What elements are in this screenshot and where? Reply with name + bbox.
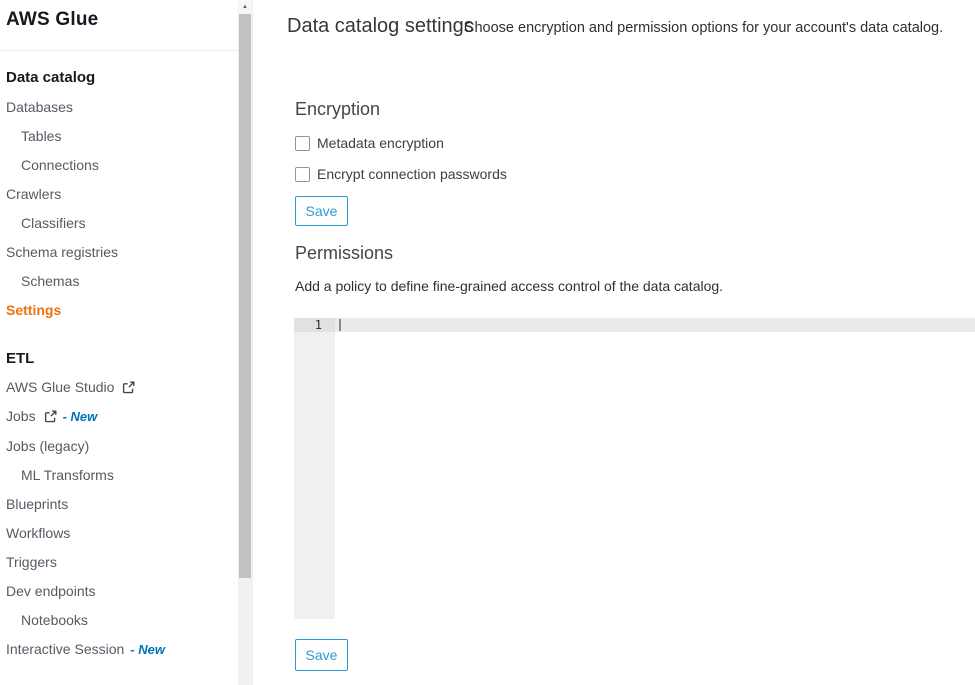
sidebar-item-schemas[interactable]: Schemas — [21, 272, 79, 290]
page-subtitle: Choose encryption and permission options… — [464, 20, 943, 36]
encrypt-passwords-label[interactable]: Encrypt connection passwords — [317, 166, 507, 182]
policy-editor[interactable]: 1 — [294, 318, 975, 619]
sidebar-item-label: Jobs — [6, 408, 36, 424]
sidebar-item-blueprints[interactable]: Blueprints — [6, 495, 68, 513]
scroll-up-arrow-icon[interactable]: ▲ — [238, 0, 252, 14]
sidebar-item-dev-endpoints[interactable]: Dev endpoints — [6, 582, 96, 600]
sidebar-item-settings[interactable]: Settings — [6, 301, 61, 319]
editor-line-number: 1 — [294, 318, 335, 332]
metadata-encryption-checkbox[interactable] — [295, 136, 310, 151]
editor-cursor — [339, 319, 341, 331]
editor-active-line — [335, 318, 975, 332]
sidebar-item-connections[interactable]: Connections — [21, 156, 99, 174]
sidebar-item-schema-registries[interactable]: Schema registries — [6, 243, 118, 261]
sidebar-item-label: Interactive Session — [6, 641, 124, 657]
editor-gutter: 1 — [294, 318, 335, 619]
sidebar-item-databases[interactable]: Databases — [6, 98, 73, 116]
sidebar-item-glue-studio[interactable]: AWS Glue Studio — [6, 378, 135, 396]
encryption-heading: Encryption — [295, 99, 380, 120]
permissions-heading: Permissions — [295, 243, 393, 264]
external-link-icon — [122, 381, 135, 394]
encrypt-passwords-checkbox[interactable] — [295, 167, 310, 182]
permissions-description: Add a policy to define fine-grained acce… — [295, 278, 723, 294]
sidebar-header-etl: ETL — [6, 349, 34, 367]
new-badge: - New — [63, 409, 98, 424]
sidebar-item-tables[interactable]: Tables — [21, 127, 61, 145]
sidebar-item-workflows[interactable]: Workflows — [6, 524, 70, 542]
page-title: Data catalog settings — [287, 15, 474, 38]
sidebar-item-crawlers[interactable]: Crawlers — [6, 185, 61, 203]
sidebar-item-ml-transforms[interactable]: ML Transforms — [21, 466, 114, 484]
encryption-save-button[interactable]: Save — [295, 196, 348, 226]
permissions-save-button[interactable]: Save — [295, 639, 348, 671]
new-badge: - New — [130, 642, 165, 657]
external-link-icon — [44, 410, 57, 423]
sidebar-item-triggers[interactable]: Triggers — [6, 553, 57, 571]
metadata-encryption-label[interactable]: Metadata encryption — [317, 135, 444, 151]
sidebar: AWS Glue Data catalog Databases Tables C… — [0, 0, 238, 685]
sidebar-item-interactive-session[interactable]: Interactive Session - New — [6, 640, 165, 658]
sidebar-divider — [0, 50, 238, 51]
sidebar-item-notebooks[interactable]: Notebooks — [21, 611, 88, 629]
sidebar-scrollbar[interactable]: ▲ — [238, 0, 253, 685]
scrollbar-thumb[interactable] — [239, 14, 251, 578]
encrypt-passwords-row: Encrypt connection passwords — [295, 166, 507, 182]
sidebar-item-jobs-legacy[interactable]: Jobs (legacy) — [6, 437, 89, 455]
app-title: AWS Glue — [6, 9, 98, 31]
sidebar-item-jobs[interactable]: Jobs - New — [6, 407, 97, 425]
sidebar-header-data-catalog: Data catalog — [6, 68, 95, 86]
sidebar-item-classifiers[interactable]: Classifiers — [21, 214, 86, 232]
sidebar-item-label: AWS Glue Studio — [6, 379, 114, 395]
metadata-encryption-row: Metadata encryption — [295, 135, 444, 151]
